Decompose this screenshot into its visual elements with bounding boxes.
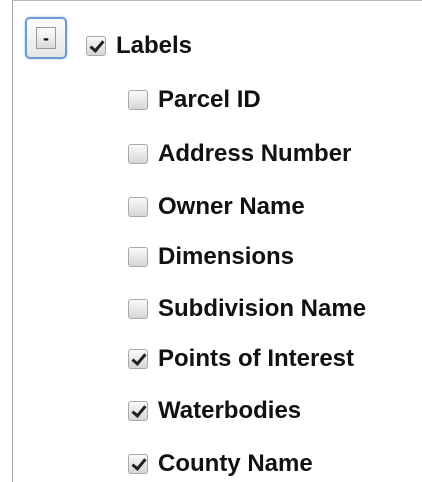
owner-name-checkbox[interactable] <box>128 197 148 217</box>
layer-item-address-number: Address Number <box>128 139 351 169</box>
layer-item-label: Parcel ID <box>158 86 261 113</box>
layer-item-parcel-id: Parcel ID <box>128 85 261 115</box>
labels-checkbox[interactable] <box>86 36 106 56</box>
collapse-button[interactable]: - <box>25 17 67 59</box>
waterbodies-checkbox[interactable] <box>128 401 148 421</box>
points-of-interest-checkbox[interactable] <box>128 349 148 369</box>
layer-item-subdivision-name: Subdivision Name <box>128 294 366 324</box>
county-name-checkbox[interactable] <box>128 454 148 474</box>
layer-item-county-name: County Name <box>128 449 313 479</box>
layer-item-label: Address Number <box>158 140 352 167</box>
panel-top-border <box>12 0 422 1</box>
layer-item-points-of-interest: Points of Interest <box>128 344 354 374</box>
layer-item-label: Points of Interest <box>158 345 355 372</box>
layer-item-owner-name: Owner Name <box>128 192 305 222</box>
panel-left-border <box>12 0 13 482</box>
layer-item-label: County Name <box>158 450 313 477</box>
subdivision-name-checkbox[interactable] <box>128 299 148 319</box>
layer-group-labels: Labels <box>86 31 192 61</box>
dimensions-checkbox[interactable] <box>128 247 148 267</box>
layer-item-label: Waterbodies <box>158 397 302 424</box>
parcel-id-checkbox[interactable] <box>128 90 148 110</box>
layer-item-label: Dimensions <box>158 243 295 270</box>
layer-item-label: Subdivision Name <box>158 295 367 322</box>
layer-item-dimensions: Dimensions <box>128 242 294 272</box>
layer-item-label: Owner Name <box>158 193 305 220</box>
layer-group-label: Labels <box>116 32 193 59</box>
address-number-checkbox[interactable] <box>128 144 148 164</box>
layer-item-waterbodies: Waterbodies <box>128 396 301 426</box>
minus-icon: - <box>36 27 56 49</box>
